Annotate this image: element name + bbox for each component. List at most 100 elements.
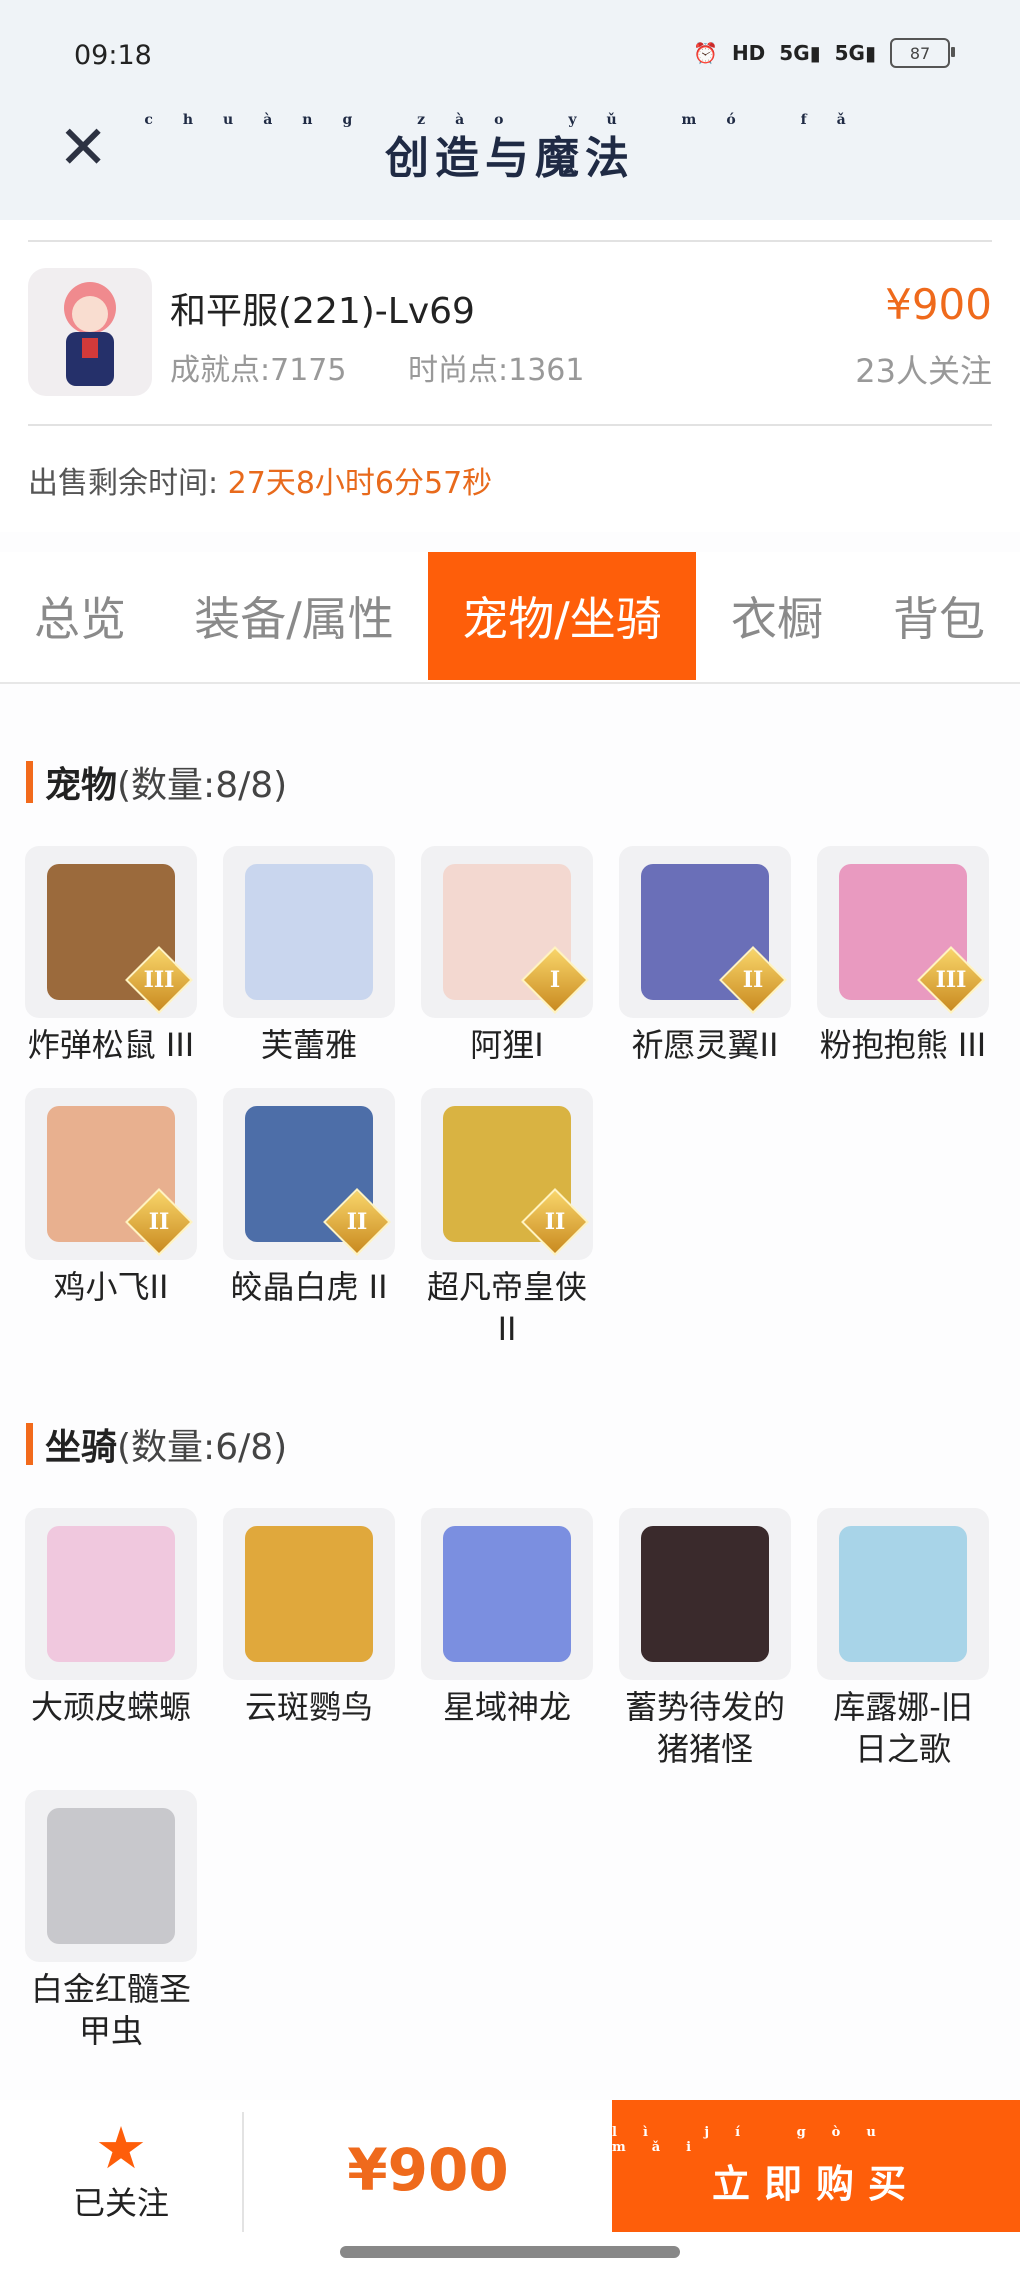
pet-thumbnail: II — [619, 846, 791, 1018]
bottom-price: ¥900 — [347, 2136, 509, 2204]
signal-label-1: 5G — [779, 41, 810, 65]
mount-item[interactable]: 白金红髓圣甲虫 — [12, 1790, 210, 2052]
mount-art — [443, 1526, 571, 1662]
pet-name: 阿狸I — [470, 1026, 544, 1064]
signal-label-2: 5G — [834, 41, 865, 65]
pet-thumbnail: I — [421, 846, 593, 1018]
pet-name: 粉抱抱熊 III — [819, 1026, 987, 1064]
pet-thumbnail: III — [817, 846, 989, 1018]
follow-label: 已关注 — [72, 2184, 169, 2222]
tab-label: 背包 — [893, 592, 985, 646]
pet-name: 超凡帝皇侠II — [426, 1268, 587, 1348]
pet-name: 鸡小飞II — [53, 1268, 169, 1306]
mount-name: 星域神龙 — [442, 1688, 571, 1726]
mount-item[interactable]: 蓄势待发的猪猪怪 — [606, 1508, 804, 1770]
buy-pinyin: lì jí gòu mǎi — [612, 2124, 902, 2155]
home-indicator[interactable] — [340, 2246, 680, 2258]
tier-label: III — [935, 967, 967, 993]
follow-button[interactable]: ★ 已关注 — [0, 2100, 242, 2232]
status-time: 09:18 — [74, 40, 152, 71]
fashion-points: 时尚点:1361 — [408, 353, 585, 388]
title-text: 创造与魔法 — [385, 133, 635, 184]
divider-mid — [28, 424, 992, 426]
mount-art — [245, 1526, 373, 1662]
pet-item[interactable]: III 粉抱抱熊 III — [804, 846, 1002, 1066]
pet-item[interactable]: II 祈愿灵翼II — [606, 846, 804, 1066]
mount-item[interactable]: 大顽皮蝾螈 — [12, 1508, 210, 1728]
pet-item[interactable]: I 阿狸I — [408, 846, 606, 1066]
sale-time: 27天8小时6分57秒 — [227, 466, 493, 501]
mount-name: 云斑鹦鸟 — [244, 1688, 373, 1726]
mounts-count: (数量:6/8) — [117, 1427, 288, 1468]
tier-label: II — [742, 967, 764, 993]
pet-item[interactable]: II 超凡帝皇侠II — [408, 1088, 606, 1350]
mount-name: 库露娜-旧日之歌 — [833, 1688, 973, 1768]
tab-label: 总览 — [34, 592, 126, 646]
pet-thumbnail — [223, 846, 395, 1018]
pet-thumbnail: II — [421, 1088, 593, 1260]
tier-label: I — [549, 967, 561, 993]
pet-name: 祈愿灵翼II — [631, 1026, 779, 1064]
mount-art — [47, 1526, 175, 1662]
page-title: chuàng zào yǔ mó fǎ 创造与魔法 — [0, 112, 1020, 186]
pet-art — [245, 864, 373, 1000]
mounts-section-title: 坐骑 (数量:6/8) — [26, 1418, 287, 1470]
battery-icon: 87 — [890, 38, 955, 68]
pet-thumbnail: II — [223, 1088, 395, 1260]
achievement-points: 成就点:7175 — [170, 353, 347, 388]
server-level: 和平服(221)-Lv69 — [170, 291, 475, 332]
section-accent-bar — [26, 1423, 33, 1465]
mount-art — [641, 1526, 769, 1662]
battery-level: 87 — [909, 43, 931, 63]
tab-pets-mounts[interactable]: 宠物/坐骑 — [428, 552, 696, 680]
mount-thumbnail — [25, 1790, 197, 1962]
tab-wardrobe[interactable]: 衣橱 — [696, 552, 858, 680]
pet-name: 芙蕾雅 — [260, 1026, 357, 1064]
mount-art — [839, 1526, 967, 1662]
mount-name: 大顽皮蝾螈 — [30, 1688, 191, 1726]
mount-item[interactable]: 库露娜-旧日之歌 — [804, 1508, 1002, 1770]
pet-thumbnail: II — [25, 1088, 197, 1260]
tier-label: II — [346, 1209, 368, 1235]
character-avatar — [28, 268, 152, 396]
pet-item[interactable]: 芙蕾雅 — [210, 846, 408, 1066]
tab-label: 衣橱 — [731, 592, 823, 646]
pet-item[interactable]: II 皎晶白虎 II — [210, 1088, 408, 1308]
tab-label: 装备/属性 — [194, 592, 394, 646]
mount-thumbnail — [421, 1508, 593, 1680]
follower-count: 23人关注 — [855, 352, 992, 390]
pet-item[interactable]: III 炸弹松鼠 III — [12, 846, 210, 1066]
tab-backpack[interactable]: 背包 — [858, 552, 1020, 680]
pet-thumbnail: III — [25, 846, 197, 1018]
title-pinyin: chuàng zào yǔ mó fǎ — [144, 112, 876, 128]
tab-label: 宠物/坐骑 — [462, 592, 662, 646]
tab-equipment[interactable]: 装备/属性 — [160, 552, 428, 680]
tab-bar: 总览 装备/属性 宠物/坐骑 衣橱 背包 — [0, 552, 1020, 684]
sale-label: 出售剩余时间: — [28, 466, 219, 501]
alarm-icon: ⏰ — [693, 41, 718, 65]
app-header — [0, 0, 1020, 220]
mounts-title: 坐骑 — [45, 1427, 118, 1468]
buy-label: 立即购买 — [711, 2160, 920, 2206]
character-stats: 成就点:7175 时尚点:1361 — [170, 345, 636, 389]
tier-label: II — [544, 1209, 566, 1235]
pets-section-title: 宠物 (数量:8/8) — [26, 756, 287, 808]
signal-icon-2: 5G▮ — [834, 41, 876, 65]
sale-remaining: 出售剩余时间: 27天8小时6分57秒 — [28, 458, 492, 502]
mount-item[interactable]: 云斑鹦鸟 — [210, 1508, 408, 1728]
mount-name: 白金红髓圣甲虫 — [30, 1970, 191, 2050]
mount-item[interactable]: 星域神龙 — [408, 1508, 606, 1728]
buy-now-button[interactable]: lì jí gòu mǎi 立即购买 — [612, 2100, 1020, 2232]
pets-title: 宠物 — [45, 765, 118, 806]
listing-price: ¥900 — [885, 280, 992, 329]
tier-label: II — [148, 1209, 170, 1235]
tab-overview[interactable]: 总览 — [0, 552, 160, 680]
mount-thumbnail — [25, 1508, 197, 1680]
pet-name: 炸弹松鼠 III — [27, 1026, 195, 1064]
pets-count: (数量:8/8) — [117, 765, 288, 806]
mount-thumbnail — [619, 1508, 791, 1680]
mount-name: 蓄势待发的猪猪怪 — [624, 1688, 785, 1768]
tier-label: III — [143, 967, 175, 993]
pet-item[interactable]: II 鸡小飞II — [12, 1088, 210, 1308]
star-icon: ★ — [95, 2114, 147, 2182]
